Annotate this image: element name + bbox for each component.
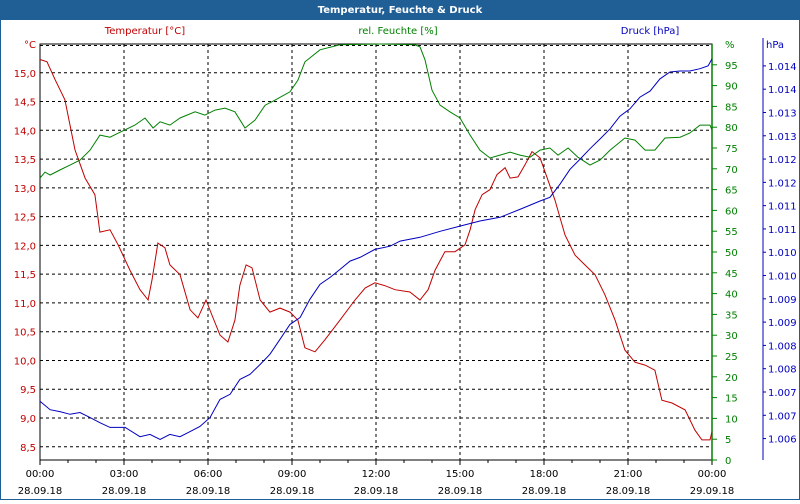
pressure-tick-label: 1.012: [768, 178, 797, 189]
temperature-tick-label: 9,0: [20, 414, 36, 425]
humidity-tick-label: 90: [725, 82, 738, 93]
pressure-tick-label: 1.013: [768, 108, 797, 119]
pressure-tick-label: 1.008: [768, 341, 797, 352]
x-tick-time: 09:00: [278, 469, 307, 480]
pressure-tick-label: 1.010: [768, 272, 797, 283]
temperature-tick-label: 13,5: [14, 155, 36, 166]
x-tick-time: 15:00: [446, 469, 475, 480]
x-tick-date: 28.09.18: [522, 486, 567, 497]
humidity-tick-label: 30: [725, 331, 738, 342]
pressure-tick-label: 1.011: [768, 225, 797, 236]
humidity-tick-label: 70: [725, 165, 738, 176]
temperature-tick-label: 10,5: [14, 328, 36, 339]
temperature-tick-label: 14,0: [14, 126, 36, 137]
temperature-tick-label: 14,5: [14, 98, 36, 109]
x-tick-time: 00:00: [26, 469, 55, 480]
pressure-tick-label: 1.012: [768, 155, 797, 166]
x-tick-time: 06:00: [194, 469, 223, 480]
pressure-tick-label: 1.014: [768, 62, 797, 73]
humidity-tick-label: 75: [725, 144, 738, 155]
pressure-tick-label: 1.008: [768, 365, 797, 376]
humidity-tick-label: 25: [725, 352, 738, 363]
pressure-tick-label: 1.014: [768, 85, 797, 96]
humidity-tick-label: 65: [725, 186, 738, 197]
humidity-tick-label: 85: [725, 102, 738, 113]
pressure-tick-label: 1.006: [768, 435, 797, 446]
humidity-legend: rel. Feuchte [%]: [358, 26, 437, 37]
humidity-tick-label: 55: [725, 227, 738, 238]
humidity-tick-label: 0: [725, 456, 731, 467]
pressure-tick-label: 1.009: [768, 318, 797, 329]
pressure-legend: Druck [hPa]: [621, 26, 680, 37]
x-tick-date: 28.09.18: [354, 486, 399, 497]
x-tick-time: 21:00: [614, 469, 643, 480]
temperature-tick-label: 15,0: [14, 69, 36, 80]
temperature-tick-label: 11,5: [14, 270, 36, 281]
humidity-tick-label: 15: [725, 394, 738, 405]
x-tick-time: 00:00: [698, 469, 727, 480]
temperature-tick-label: 8,5: [20, 443, 36, 454]
pressure-tick-label: 1.010: [768, 248, 797, 259]
x-tick-date: 28.09.18: [438, 486, 483, 497]
pressure-tick-label: 1.007: [768, 411, 797, 422]
x-tick-date: 28.09.18: [102, 486, 147, 497]
humidity-unit: %: [725, 40, 735, 51]
x-tick-date: 28.09.18: [270, 486, 315, 497]
humidity-tick-label: 40: [725, 290, 738, 301]
chart-window: Temperatur, Feuchte & Druck Temperatur […: [0, 0, 800, 501]
x-tick-date: 28.09.18: [18, 486, 63, 497]
pressure-tick-label: 1.007: [768, 388, 797, 399]
humidity-tick-label: 10: [725, 414, 738, 425]
temperature-tick-label: 9,5: [20, 385, 36, 396]
x-tick-time: 03:00: [110, 469, 139, 480]
x-tick-date: 29.09.18: [690, 486, 735, 497]
humidity-tick-label: 60: [725, 206, 738, 217]
pressure-tick-label: 1.009: [768, 295, 797, 306]
chart: Temperatur, Feuchte & Druck Temperatur […: [0, 0, 800, 501]
temperature-legend: Temperatur [°C]: [104, 26, 185, 37]
humidity-tick-label: 80: [725, 123, 738, 134]
humidity-tick-label: 35: [725, 310, 738, 321]
temperature-tick-label: 13,0: [14, 184, 36, 195]
x-tick-time: 12:00: [362, 469, 391, 480]
pressure-tick-label: 1.011: [768, 202, 797, 213]
x-tick-date: 28.09.18: [606, 486, 651, 497]
humidity-tick-label: 20: [725, 373, 738, 384]
pressure-unit: hPa: [766, 40, 784, 51]
temperature-tick-label: 12,0: [14, 241, 36, 252]
pressure-tick-label: 1.013: [768, 132, 797, 143]
temperature-tick-label: 12,5: [14, 213, 36, 224]
x-tick-date: 28.09.18: [186, 486, 231, 497]
temperature-tick-label: 11,0: [14, 299, 36, 310]
humidity-tick-label: 95: [725, 61, 738, 72]
humidity-tick-label: 5: [725, 435, 731, 446]
humidity-tick-label: 50: [725, 248, 738, 259]
chart-title: Temperatur, Feuchte & Druck: [318, 5, 483, 16]
humidity-tick-label: 45: [725, 269, 738, 280]
x-tick-time: 18:00: [530, 469, 559, 480]
temperature-tick-label: 10,0: [14, 356, 36, 367]
temperature-unit: °C: [24, 40, 36, 51]
